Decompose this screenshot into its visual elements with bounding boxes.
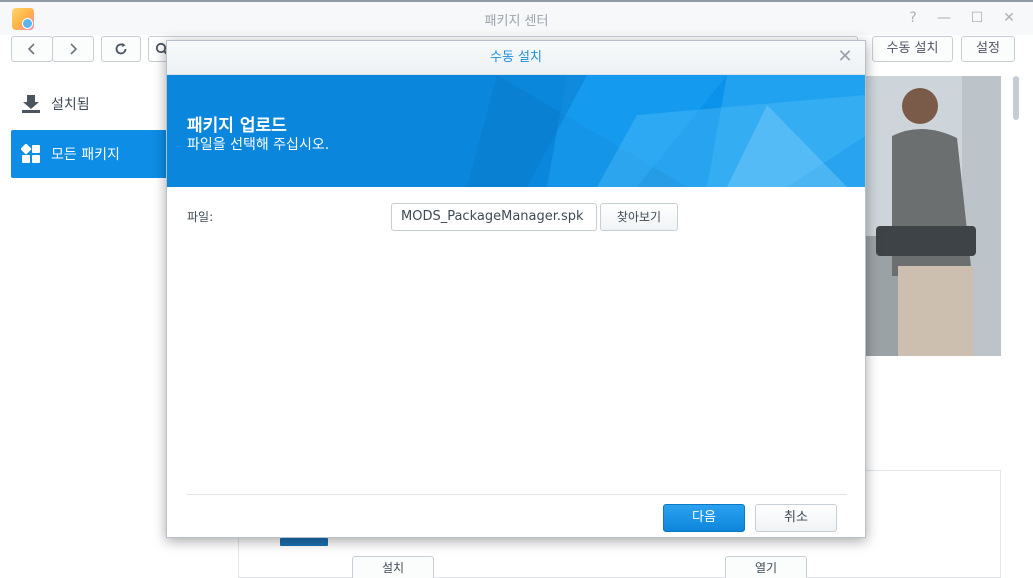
file-label: 파일: <box>187 210 214 224</box>
banner-subtitle: 파일을 선택해 주십시오. <box>187 137 330 153</box>
next-button[interactable]: 다음 <box>663 504 745 532</box>
dialog-close-icon[interactable]: ✕ <box>837 48 853 66</box>
chevron-right-icon <box>70 43 78 55</box>
footer-divider <box>187 494 847 495</box>
sidebar-item-label: 설치됨 <box>51 97 90 113</box>
grid-icon <box>21 144 40 163</box>
refresh-icon <box>115 43 127 55</box>
person-illustration <box>862 76 1001 356</box>
settings-button[interactable]: 설정 <box>961 36 1015 62</box>
maximize-icon[interactable]: ☐ <box>967 8 987 28</box>
promo-banner-image <box>862 76 1001 356</box>
cancel-button[interactable]: 취소 <box>755 504 837 532</box>
scrollbar[interactable] <box>1013 76 1019 120</box>
refresh-button[interactable] <box>101 36 141 62</box>
dialog-banner: 패키지 업로드 파일을 선택해 주십시오. <box>167 75 865 187</box>
banner-title: 패키지 업로드 <box>187 116 287 136</box>
window-titlebar: 패키지 센터 ? — ☐ ✕ <box>0 0 1033 35</box>
help-icon[interactable]: ? <box>903 8 923 28</box>
manual-install-button[interactable]: 수동 설치 <box>872 36 953 62</box>
back-button[interactable] <box>11 36 53 62</box>
browse-button[interactable]: 찾아보기 <box>600 203 678 231</box>
chevron-left-icon <box>27 43 35 55</box>
forward-button[interactable] <box>52 36 94 62</box>
window-close-icon[interactable]: ✕ <box>999 8 1019 28</box>
dialog-title: 수동 설치 <box>167 41 865 75</box>
sidebar-item-installed[interactable]: 설치됨 <box>11 80 169 128</box>
manual-install-dialog: 수동 설치 ✕ 패키지 업로드 파일을 선택해 주십시오. 파일: MODS_P… <box>166 40 866 538</box>
package-thumbnail <box>280 538 328 546</box>
open-button[interactable]: 열기 <box>725 556 807 578</box>
window-title: 패키지 센터 <box>484 14 549 29</box>
install-button[interactable]: 설치 <box>352 556 434 578</box>
sidebar-item-label: 모든 패키지 <box>51 147 120 163</box>
file-path-field[interactable]: MODS_PackageManager.spk <box>391 203 597 231</box>
download-icon <box>22 95 40 113</box>
sidebar-item-all-packages[interactable]: 모든 패키지 <box>11 130 169 178</box>
minimize-icon[interactable]: — <box>934 8 954 28</box>
